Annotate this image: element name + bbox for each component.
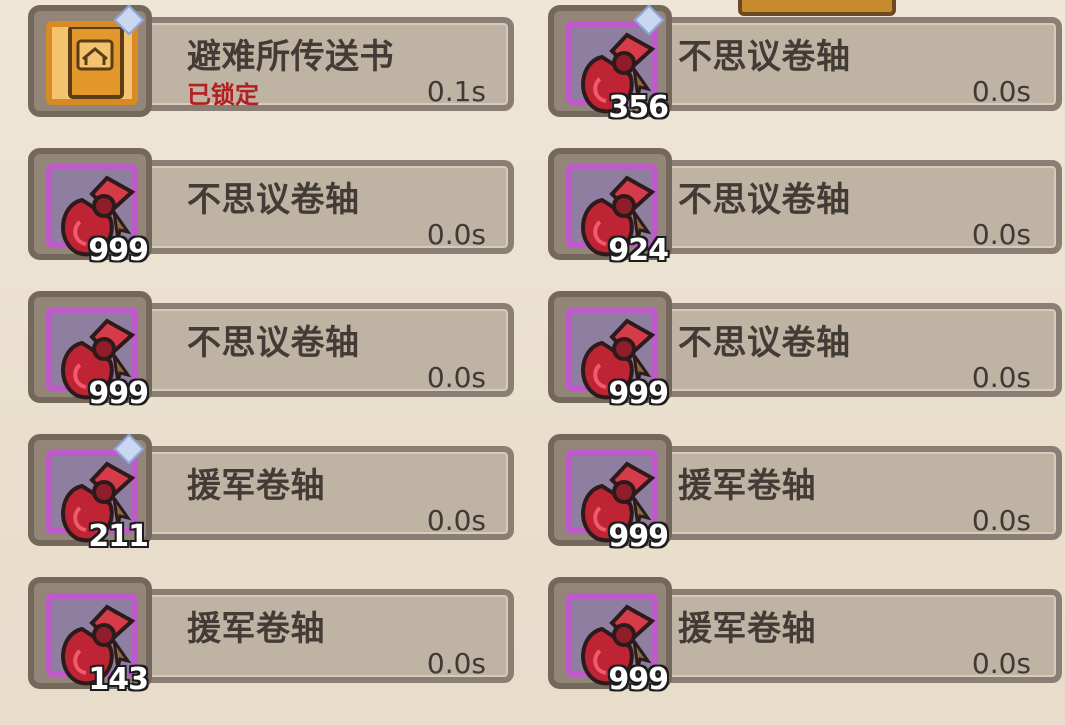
item-card[interactable]: 924 不思议卷轴 0.0s bbox=[520, 138, 1065, 268]
item-name: 不思议卷轴 bbox=[187, 180, 360, 220]
item-count: 999 bbox=[88, 376, 149, 411]
item-name: 不思议卷轴 bbox=[678, 180, 851, 220]
item-card[interactable]: 356 不思议卷轴 0.0s bbox=[520, 0, 1065, 125]
item-name: 援军卷轴 bbox=[678, 466, 816, 506]
item-time: 0.0s bbox=[971, 504, 1031, 537]
item-count: 356 bbox=[608, 90, 669, 125]
item-time: 0.0s bbox=[426, 218, 486, 251]
item-icon-frame[interactable] bbox=[28, 4, 152, 117]
item-card[interactable]: 999 不思议卷轴 0.0s bbox=[0, 281, 520, 411]
item-icon-frame[interactable]: 999 bbox=[28, 148, 152, 268]
item-count: 999 bbox=[88, 233, 149, 268]
item-time: 0.0s bbox=[971, 218, 1031, 251]
item-name: 援军卷轴 bbox=[187, 609, 325, 649]
item-card[interactable]: 避难所传送书已锁定 0.1s bbox=[0, 0, 520, 117]
item-card[interactable]: 999 不思议卷轴 0.0s bbox=[520, 281, 1065, 411]
item-time: 0.0s bbox=[426, 504, 486, 537]
item-count: 924 bbox=[608, 233, 669, 268]
item-name: 援军卷轴 bbox=[678, 609, 816, 649]
item-name: 不思议卷轴 bbox=[678, 37, 851, 77]
item-count: 999 bbox=[608, 662, 669, 697]
item-card[interactable]: 999 援军卷轴 0.0s bbox=[520, 424, 1065, 554]
item-name: 避难所传送书 bbox=[187, 37, 394, 77]
item-icon-frame[interactable]: 211 bbox=[28, 433, 152, 554]
item-status: 已锁定 bbox=[187, 81, 259, 109]
item-count: 999 bbox=[608, 519, 669, 554]
book-icon bbox=[46, 21, 138, 105]
item-time: 0.0s bbox=[426, 647, 486, 680]
item-name: 不思议卷轴 bbox=[187, 323, 360, 363]
item-time: 0.1s bbox=[426, 75, 486, 108]
item-count: 143 bbox=[88, 662, 149, 697]
item-count: 211 bbox=[88, 519, 149, 554]
item-count: 999 bbox=[608, 376, 669, 411]
book-icon-svg bbox=[68, 25, 124, 99]
item-time: 0.0s bbox=[971, 361, 1031, 394]
item-time: 0.0s bbox=[971, 75, 1031, 108]
item-time: 0.0s bbox=[971, 647, 1031, 680]
item-icon-frame[interactable]: 143 bbox=[28, 577, 152, 697]
item-time: 0.0s bbox=[426, 361, 486, 394]
item-card[interactable]: 211 援军卷轴 0.0s bbox=[0, 424, 520, 554]
item-card[interactable]: 999 援军卷轴 0.0s bbox=[520, 567, 1065, 697]
item-icon-frame[interactable]: 999 bbox=[548, 577, 672, 697]
item-icon-frame[interactable]: 924 bbox=[548, 148, 672, 268]
item-card[interactable]: 999 不思议卷轴 0.0s bbox=[0, 138, 520, 268]
item-name: 援军卷轴 bbox=[187, 466, 325, 506]
item-icon-frame[interactable]: 356 bbox=[548, 4, 672, 125]
item-icon-frame[interactable]: 999 bbox=[548, 434, 672, 554]
item-card[interactable]: 143 援军卷轴 0.0s bbox=[0, 567, 520, 697]
item-icon-frame[interactable]: 999 bbox=[548, 291, 672, 411]
item-name: 不思议卷轴 bbox=[678, 323, 851, 363]
item-icon-frame[interactable]: 999 bbox=[28, 291, 152, 411]
